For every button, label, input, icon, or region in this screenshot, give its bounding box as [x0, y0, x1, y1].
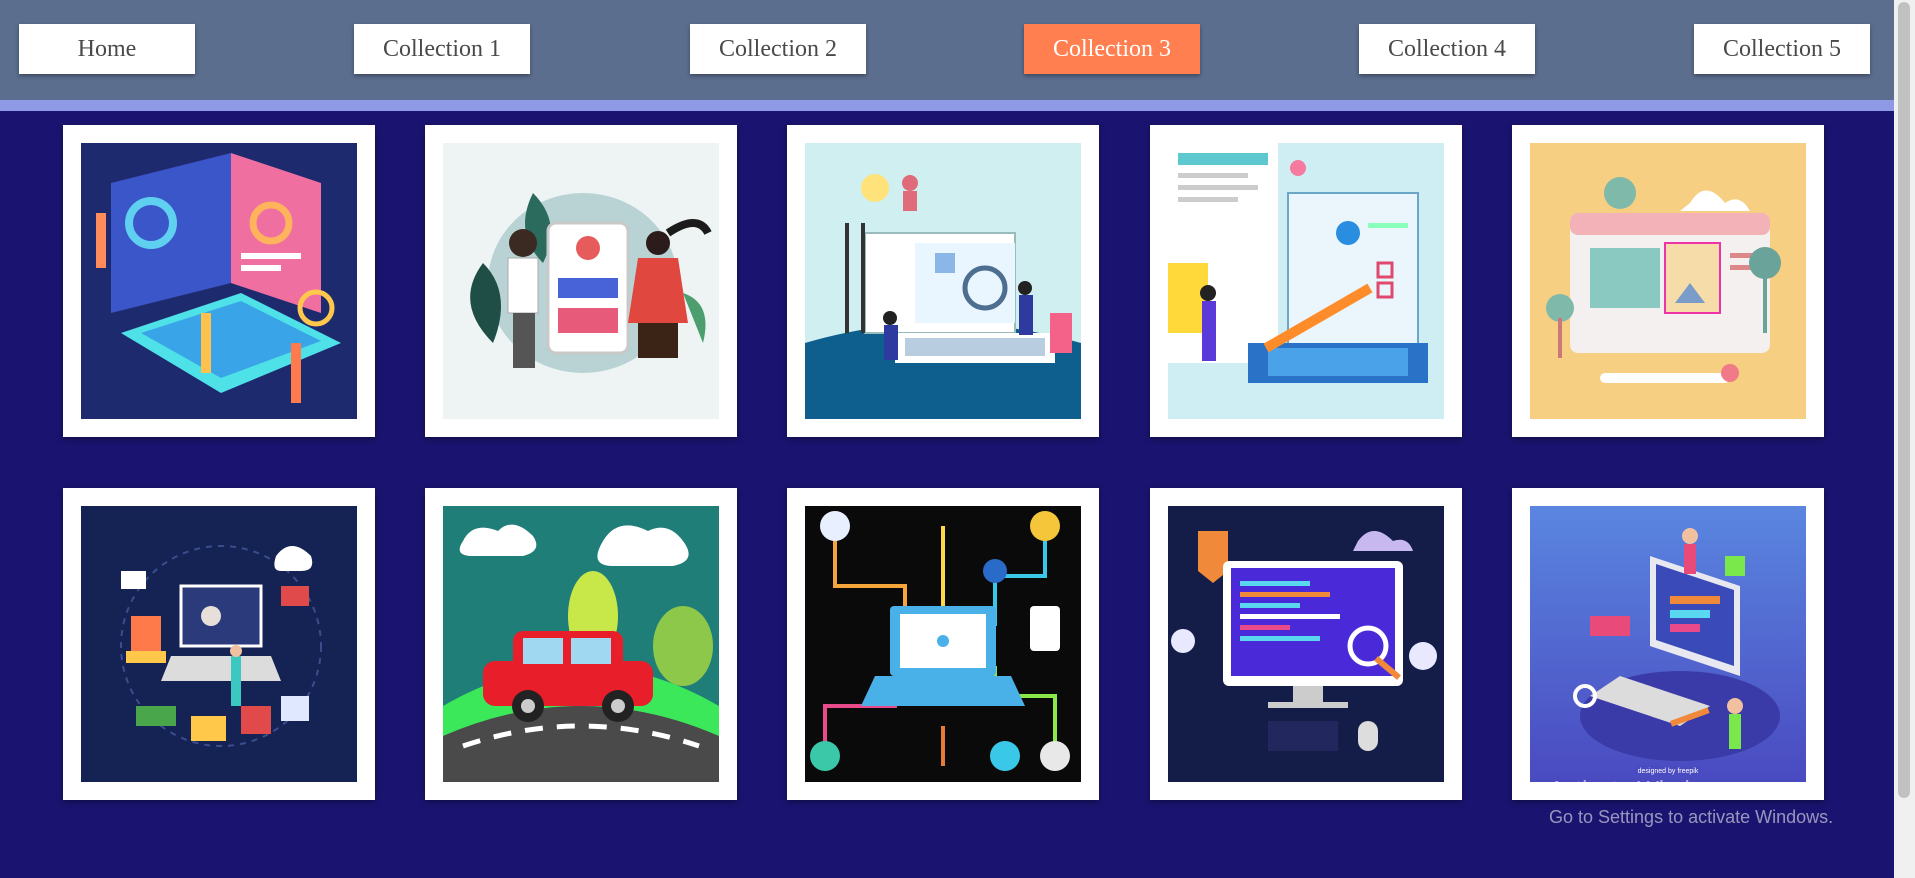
gallery-card-4[interactable]: [1150, 125, 1462, 437]
activate-windows-subtitle: Go to Settings to activate Windows.: [1549, 807, 1834, 827]
gallery-card-8[interactable]: [787, 488, 1099, 800]
website-builders-illustration: [1168, 143, 1444, 419]
gallery-card-2[interactable]: [425, 125, 737, 437]
browser-window-3d-illustration: [1530, 143, 1806, 419]
top-navigation: Home Collection 1 Collection 2 Collectio…: [0, 0, 1894, 100]
nav-collection-5-button[interactable]: Collection 5: [1694, 24, 1870, 74]
gallery-card-9[interactable]: [1150, 488, 1462, 800]
nav-divider: [0, 100, 1894, 111]
gallery-card-6[interactable]: [63, 488, 375, 800]
nav-collection-2-button[interactable]: Collection 2: [690, 24, 866, 74]
freepik-credit: designed by freepik: [1638, 768, 1699, 775]
nav-collection-3-button[interactable]: Collection 3: [1024, 24, 1200, 74]
gallery-card-3[interactable]: [787, 125, 1099, 437]
gallery-card-1[interactable]: [63, 125, 375, 437]
red-car-road-illustration: [443, 506, 719, 782]
laptop-network-illustration: [805, 506, 1081, 782]
nav-collection-1-button[interactable]: Collection 1: [354, 24, 530, 74]
gallery-card-10[interactable]: designed by freepik: [1512, 488, 1824, 800]
dashboard-laptop-illustration: [81, 143, 357, 419]
phone-profile-illustration: [443, 143, 719, 419]
isometric-computer-illustration: designed by freepik: [1530, 506, 1806, 782]
gallery-card-7[interactable]: [425, 488, 737, 800]
scrollbar-thumb[interactable]: [1898, 2, 1910, 798]
gallery-card-5[interactable]: [1512, 125, 1824, 437]
page: Home Collection 1 Collection 2 Collectio…: [0, 0, 1915, 878]
isometric-workspace-illustration: [81, 506, 357, 782]
activate-windows-title: Activate Windows: [1549, 776, 1731, 802]
coding-monitor-illustration: [1168, 506, 1444, 782]
nav-home-button[interactable]: Home: [19, 24, 195, 74]
nav-collection-4-button[interactable]: Collection 4: [1359, 24, 1535, 74]
web-design-team-illustration: [805, 143, 1081, 419]
vertical-scrollbar[interactable]: [1894, 0, 1915, 878]
